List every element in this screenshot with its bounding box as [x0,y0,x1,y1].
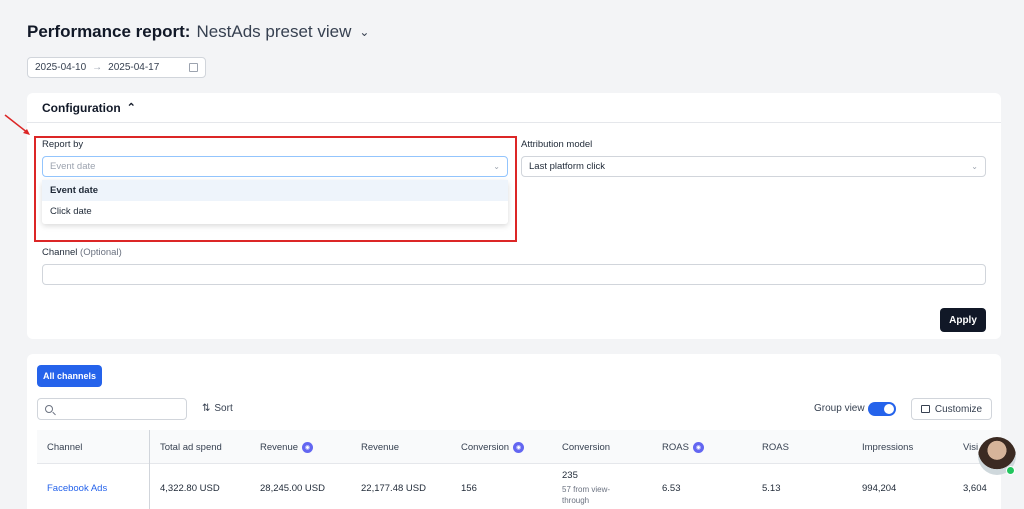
attribution-model-select[interactable]: Last platform click ⌄ [521,156,986,177]
column-divider [149,430,150,509]
chevron-up-icon[interactable]: ⌃ [127,101,136,114]
search-icon [45,405,53,413]
conversion-value: 235 [562,470,578,481]
attribution-model-label: Attribution model [521,139,593,150]
column-label: Conversion [461,441,510,453]
column-label: ROAS [662,441,689,453]
column-header-impressions[interactable]: Impressions [862,430,913,464]
search-input[interactable] [37,398,187,420]
results-panel: All channels ⇅ Sort Group view Customize… [27,354,1001,509]
column-label: Revenue [361,441,400,453]
arrow-right-icon: → [92,62,103,73]
chevron-down-icon[interactable]: ⌄ [359,25,369,39]
configuration-title: Configuration [42,100,121,115]
cell-conversion-platform: 156 [461,483,477,494]
column-label: Visi [963,441,979,453]
cell-channel[interactable]: Facebook Ads [47,483,107,494]
table-header: Channel Total ad spend Revenue ◉ Revenue … [37,430,1001,464]
cell-impressions: 994,204 [862,483,897,494]
platform-badge-icon: ◉ [513,441,525,453]
platform-badge-icon: ◉ [692,441,704,453]
apply-button[interactable]: Apply [940,308,986,332]
column-header-conversion-platform[interactable]: Conversion ◉ [461,430,525,464]
platform-badge-icon: ◉ [302,441,314,453]
view-selector[interactable]: NestAds preset view [196,22,351,42]
page-title: Performance report: [27,22,191,41]
cell-roas: 5.13 [762,483,781,494]
customize-label: Customize [934,403,983,415]
channel-label: Channel (Optional) [42,247,122,258]
column-header-visits[interactable]: Visi [963,430,978,464]
cell-total-ad-spend: 4,322.80 USD [160,483,220,494]
column-label: Channel [47,441,83,453]
channel-input[interactable] [42,264,986,285]
group-view-label: Group view [814,403,865,414]
annotation-arrow-icon [4,114,30,135]
column-header-roas-platform[interactable]: ROAS ◉ [662,430,704,464]
chevron-down-icon: ⌄ [971,162,978,171]
cell-revenue: 22,177.48 USD [361,483,426,494]
online-status-icon [1006,466,1015,475]
page-header: Performance report: NestAds preset view … [27,22,369,42]
date-end: 2025-04-17 [108,62,160,73]
highlight-box [34,136,517,242]
date-range-picker[interactable]: 2025-04-10 → 2025-04-17 [27,57,206,78]
date-start: 2025-04-10 [35,62,87,73]
attribution-model-value: Last platform click [529,161,606,172]
column-label: Total ad spend [160,441,222,453]
column-label: ROAS [762,441,789,453]
calendar-icon [189,63,198,72]
cell-roas-platform: 6.53 [662,483,681,494]
sort-label: Sort [214,403,233,414]
tab-all-channels[interactable]: All channels [37,365,103,387]
group-view-toggle[interactable] [868,402,896,416]
conversion-subtext: 57 from view-through [562,485,611,505]
column-header-roas[interactable]: ROAS [762,430,789,464]
column-label: Impressions [862,441,914,453]
column-label: Revenue [260,441,299,453]
columns-icon [920,405,930,413]
column-header-channel[interactable]: Channel [47,430,82,464]
column-header-revenue[interactable]: Revenue [361,430,399,464]
channel-optional-text: (Optional) [80,247,122,258]
sort-button[interactable]: ⇅ Sort [202,403,233,414]
column-header-revenue-platform[interactable]: Revenue ◉ [260,430,314,464]
cell-revenue-platform: 28,245.00 USD [260,483,325,494]
configuration-header[interactable]: Configuration ⌃ [27,93,1001,123]
customize-button[interactable]: Customize [911,398,992,420]
sort-icon: ⇅ [202,403,211,414]
cell-conversion: 235 57 from view-through [562,470,632,506]
cell-visits: 3,604 [963,483,987,494]
column-header-conversion[interactable]: Conversion [562,430,610,464]
column-header-total-ad-spend[interactable]: Total ad spend [160,430,222,464]
column-label: Conversion [562,441,611,453]
channel-label-text: Channel [42,247,78,258]
